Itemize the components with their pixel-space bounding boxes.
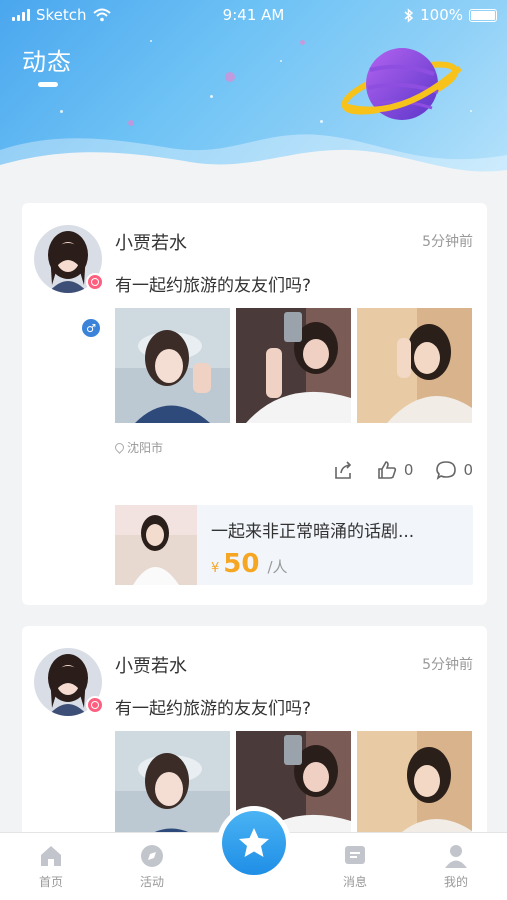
post-card[interactable]: ♂ 小贾若水 5分钟前 有一起约旅游的友友们吗? 沈阳市 0 0 一起来非正常暗… — [22, 203, 487, 605]
user-icon — [445, 845, 467, 868]
post-username[interactable]: 小贾若水 — [115, 652, 187, 678]
tab-profile-label: 我的 — [443, 875, 468, 889]
post-location[interactable]: 沈阳市 — [113, 439, 164, 456]
post-text[interactable]: 有一起约旅游的友友们吗? — [115, 271, 311, 296]
avatar[interactable] — [34, 225, 104, 293]
like-button[interactable]: 0 — [376, 459, 414, 481]
price-currency: ¥ — [211, 561, 220, 576]
tab-messages[interactable]: 消息 — [325, 843, 385, 890]
comment-count: 0 — [463, 461, 473, 479]
price-value: 50 — [223, 549, 260, 579]
home-icon — [41, 846, 61, 866]
battery-icon — [469, 8, 497, 22]
post-time: 5分钟前 — [422, 234, 473, 250]
price-unit: /人 — [267, 558, 288, 576]
thumbs-up-icon — [378, 461, 397, 479]
share-button[interactable] — [332, 459, 354, 481]
bluetooth-icon — [404, 7, 414, 23]
post-photo[interactable] — [357, 308, 472, 423]
location-pin-icon — [113, 441, 126, 454]
avatar[interactable] — [34, 648, 104, 716]
comment-icon — [436, 461, 457, 480]
message-icon — [345, 846, 365, 864]
post-photo[interactable] — [357, 731, 472, 846]
status-bar: Sketch 9:41 AM 100% — [0, 0, 507, 30]
tab-home-label: 首页 — [38, 875, 63, 889]
male-gender-icon: ♂ — [82, 319, 100, 337]
compass-icon — [141, 845, 163, 867]
location-label: 沈阳市 — [127, 441, 164, 455]
header-wave — [0, 134, 507, 190]
post-actions: 0 0 — [332, 459, 473, 481]
event-card[interactable]: 一起来非正常暗涌的话剧... ¥ 50 /人 — [115, 505, 473, 585]
star-icon — [239, 828, 269, 857]
page-title: 动态 — [22, 48, 72, 76]
like-count: 0 — [403, 461, 414, 479]
tab-profile[interactable]: 我的 — [426, 843, 486, 890]
event-price: ¥ 50 /人 — [211, 549, 288, 579]
center-action-button[interactable] — [217, 806, 291, 880]
event-thumbnail — [115, 505, 197, 585]
tab-home[interactable]: 首页 — [21, 843, 81, 890]
post-photos — [115, 731, 472, 846]
post-text[interactable]: 有一起约旅游的友友们吗? — [115, 694, 311, 719]
title-indicator — [38, 82, 58, 87]
event-title: 一起来非正常暗涌的话剧... — [211, 522, 415, 542]
post-photo[interactable] — [115, 731, 230, 846]
verified-badge-icon — [86, 273, 104, 291]
share-icon — [335, 461, 352, 479]
tab-messages-label: 消息 — [342, 875, 367, 889]
verified-badge-icon — [86, 696, 104, 714]
post-username[interactable]: 小贾若水 — [115, 229, 187, 255]
battery-percent: 100% — [420, 6, 463, 24]
post-photo[interactable] — [115, 308, 230, 423]
tab-activity-label: 活动 — [139, 875, 164, 889]
post-photo[interactable] — [236, 308, 351, 423]
post-time: 5分钟前 — [422, 657, 473, 673]
comment-button[interactable]: 0 — [435, 459, 473, 481]
post-photos — [115, 308, 472, 423]
tab-activity[interactable]: 活动 — [122, 843, 182, 890]
